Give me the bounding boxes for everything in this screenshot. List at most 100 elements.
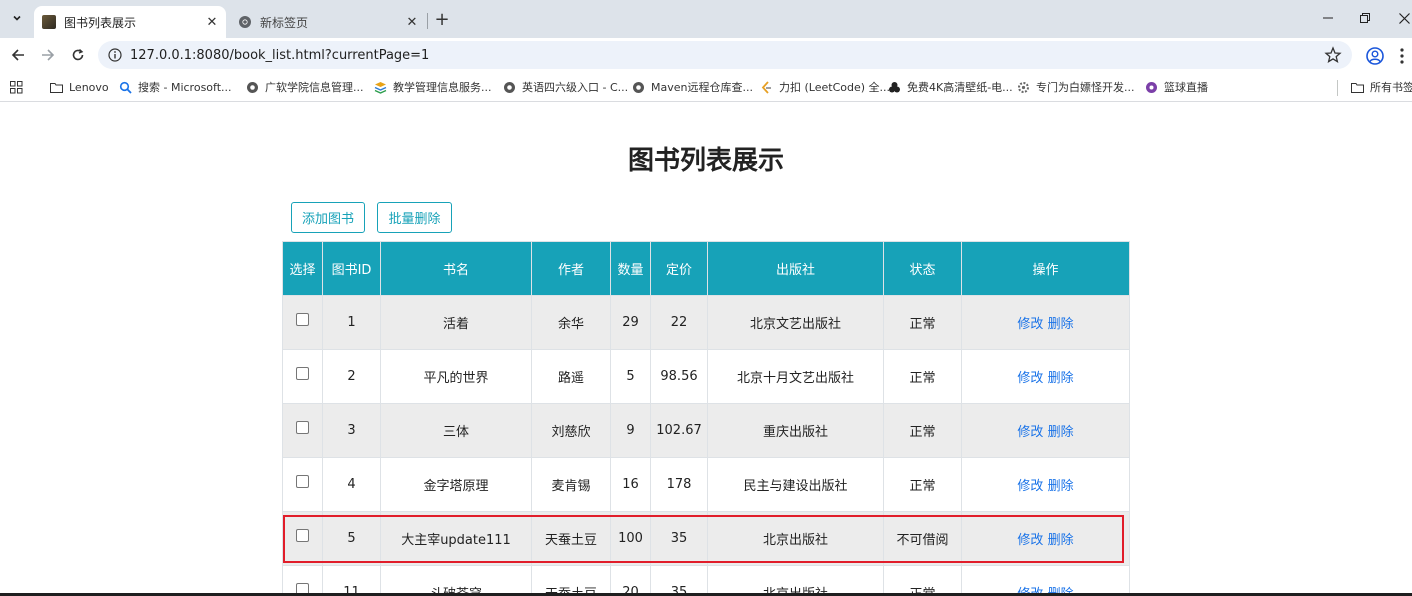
forward-button[interactable] <box>37 44 59 66</box>
bookmark-item[interactable]: 搜索 - Microsoft... <box>119 78 232 96</box>
bookmark-item[interactable]: 免费4K高清壁纸-电... <box>888 78 1013 96</box>
book-table: 选择 图书ID 书名 作者 数量 定价 出版社 状态 操作 1 活着 余华 29… <box>282 241 1130 596</box>
cell-price: 22 <box>650 295 708 350</box>
cell-status: 正常 <box>883 565 962 596</box>
cell-quantity: 9 <box>610 403 651 458</box>
bookmark-item[interactable]: Lenovo <box>50 78 109 96</box>
reload-icon <box>72 48 84 61</box>
restore-button[interactable] <box>1353 8 1377 28</box>
bookmark-item[interactable]: Maven远程仓库查... <box>632 78 753 96</box>
cell-name: 平凡的世界 <box>380 349 532 404</box>
bookmark-item[interactable]: 专门为白嫖怪开发... <box>1017 78 1135 96</box>
delete-link[interactable]: 删除 <box>1048 371 1074 386</box>
browser-toolbar: 127.0.0.1:8080/book_list.html?currentPag… <box>0 38 1412 72</box>
site-info-icon[interactable] <box>108 48 122 62</box>
search-icon <box>119 81 132 94</box>
bookmark-item[interactable]: 教学管理信息服务... <box>374 78 492 96</box>
table-row: 4 金字塔原理 麦肯锡 16 178 民主与建设出版社 正常 修改 删除 <box>282 457 1130 512</box>
gear-icon <box>1018 81 1029 93</box>
tab-strip: 图书列表展示 ✕ 新标签页 ✕ + <box>0 0 1412 38</box>
apps-button[interactable] <box>10 78 29 96</box>
restore-icon <box>1360 13 1370 23</box>
bookmark-item[interactable]: 英语四六级入口 - C... <box>503 78 628 96</box>
profile-icon[interactable] <box>1365 46 1385 66</box>
cell-status: 正常 <box>883 403 962 458</box>
tab-book-list[interactable]: 图书列表展示 ✕ <box>34 6 226 38</box>
row-checkbox[interactable] <box>296 529 309 542</box>
edit-link[interactable]: 修改 <box>1017 533 1043 548</box>
delete-link[interactable]: 删除 <box>1048 425 1074 440</box>
bookmark-label: 教学管理信息服务... <box>393 81 492 94</box>
bookmark-item[interactable]: 篮球直播 <box>1145 78 1208 96</box>
edit-link[interactable]: 修改 <box>1017 371 1043 386</box>
cell-actions: 修改 删除 <box>961 295 1130 350</box>
edit-link[interactable]: 修改 <box>1017 425 1043 440</box>
delete-link[interactable]: 删除 <box>1048 479 1074 494</box>
cell-status: 正常 <box>883 349 962 404</box>
back-button[interactable] <box>7 44 29 66</box>
chevron-down-icon <box>13 15 21 21</box>
cell-author: 路遥 <box>531 349 611 404</box>
new-tab-button[interactable]: + <box>432 9 452 30</box>
cell-price: 98.56 <box>650 349 708 404</box>
bookmark-label: 力扣 (LeetCode) 全... <box>779 81 891 94</box>
cell-actions: 修改 删除 <box>961 457 1130 512</box>
edit-link[interactable]: 修改 <box>1017 479 1043 494</box>
tab-separator <box>427 13 428 29</box>
cell-name: 大主宰update111 <box>380 511 532 566</box>
header-price: 定价 <box>650 241 708 296</box>
add-book-button[interactable]: 添加图书 <box>291 202 365 233</box>
close-icon[interactable]: ✕ <box>204 14 220 30</box>
cell-actions: 修改 删除 <box>961 349 1130 404</box>
cell-name: 活着 <box>380 295 532 350</box>
cell-id: 11 <box>322 565 381 596</box>
globe-icon <box>633 81 644 93</box>
url-text[interactable]: 127.0.0.1:8080/book_list.html?currentPag… <box>130 48 429 63</box>
apps-grid-icon <box>10 80 23 93</box>
edit-link[interactable]: 修改 <box>1017 317 1043 332</box>
all-bookmarks-button[interactable]: 所有书签 <box>1351 78 1412 96</box>
cell-author: 天蚕土豆 <box>531 565 611 596</box>
reload-button[interactable] <box>67 44 89 66</box>
bookmark-label: 搜索 - Microsoft... <box>138 81 232 94</box>
header-book-name: 书名 <box>380 241 532 296</box>
tab-search-button[interactable] <box>6 8 28 28</box>
delete-link[interactable]: 删除 <box>1048 317 1074 332</box>
cell-id: 2 <box>322 349 381 404</box>
bookmark-item[interactable]: 力扣 (LeetCode) 全... <box>760 78 890 96</box>
row-checkbox[interactable] <box>296 367 309 380</box>
row-checkbox[interactable] <box>296 421 309 434</box>
cell-id: 5 <box>322 511 381 566</box>
page-title: 图书列表展示 <box>627 146 784 176</box>
row-checkbox[interactable] <box>296 475 309 488</box>
delete-link[interactable]: 删除 <box>1048 533 1074 548</box>
address-bar[interactable]: 127.0.0.1:8080/book_list.html?currentPag… <box>98 41 1352 69</box>
cell-id: 1 <box>322 295 381 350</box>
tab-new-tab[interactable]: 新标签页 ✕ <box>230 6 426 38</box>
bookmark-star-icon[interactable] <box>1324 46 1342 64</box>
header-book-id: 图书ID <box>322 241 381 296</box>
table-row: 3 三体 刘慈欣 9 102.67 重庆出版社 正常 修改 删除 <box>282 403 1130 458</box>
cell-name: 金字塔原理 <box>380 457 532 512</box>
close-icon[interactable]: ✕ <box>404 14 420 30</box>
table-row: 5 大主宰update111 天蚕土豆 100 35 北京出版社 不可借阅 修改… <box>282 511 1130 566</box>
batch-delete-button[interactable]: 批量删除 <box>377 202 452 233</box>
bookmark-label: 英语四六级入口 - C... <box>522 81 629 94</box>
window-close-button[interactable] <box>1392 8 1412 28</box>
cell-price: 178 <box>650 457 708 512</box>
row-checkbox[interactable] <box>296 313 309 326</box>
more-menu-icon[interactable] <box>1396 46 1408 66</box>
header-quantity: 数量 <box>610 241 651 296</box>
header-status: 状态 <box>883 241 962 296</box>
bookmark-item[interactable]: 广软学院信息管理... <box>246 78 364 96</box>
minimize-button[interactable] <box>1316 8 1340 28</box>
globe-icon <box>247 81 258 93</box>
basketball-icon <box>1146 81 1157 93</box>
table-row: 11 斗破苍穹 天蚕土豆 20 35 北京出版社 正常 修改 删除 <box>282 565 1130 596</box>
arrow-left-icon <box>11 49 24 61</box>
folder-icon <box>50 82 63 93</box>
globe-icon <box>504 81 515 93</box>
cell-name: 斗破苍穹 <box>380 565 532 596</box>
cell-quantity: 20 <box>610 565 651 596</box>
bookmarks-bar: Lenovo 搜索 - Microsoft... 广软学院信息管理... 教学管… <box>0 72 1412 102</box>
